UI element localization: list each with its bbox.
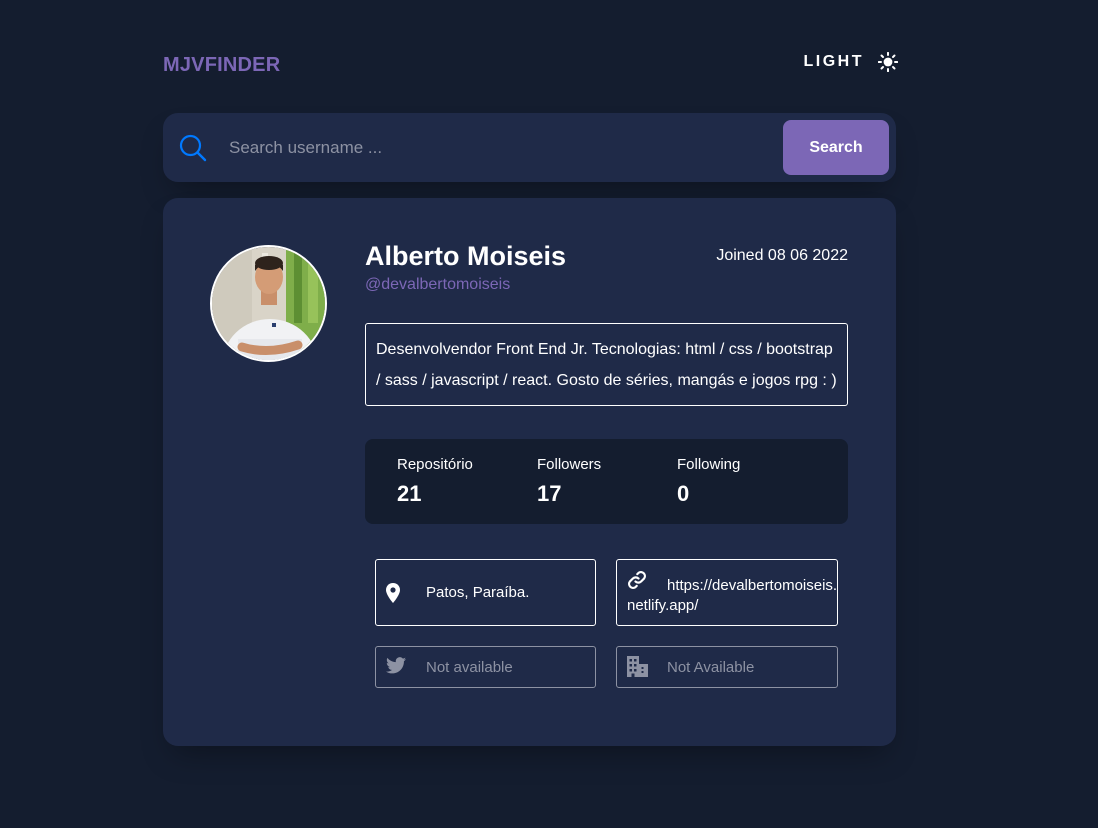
twitter-box: Not available [375, 646, 596, 688]
search-input[interactable] [227, 131, 771, 165]
theme-toggle-label: LIGHT [803, 53, 864, 70]
company-box: Not Available [616, 646, 838, 688]
sun-icon [878, 52, 898, 72]
website-box: https://devalbertomoiseis.netlify.app/ [616, 559, 838, 626]
profile-name: Alberto Moiseis [365, 241, 567, 271]
twitter-text: Not available [426, 659, 513, 676]
company-text: Not Available [667, 659, 755, 676]
stat-label: Followers [537, 456, 602, 473]
search-icon [179, 134, 207, 167]
profile-card: Alberto Moiseis @devalbertomoiseis Joine… [163, 198, 896, 746]
app-root: MJVFINDER LIGHT Search username ... Sear… [0, 0, 1098, 828]
stats-panel: Repositório 21 Followers 17 Following 0 [365, 439, 848, 524]
avatar [210, 245, 327, 362]
search-bar: Search [163, 113, 896, 182]
twitter-icon [386, 657, 406, 678]
stat-label: Repositório [397, 456, 473, 473]
building-icon [627, 656, 648, 681]
stat-repositories: Repositório 21 [397, 456, 473, 507]
location-pin-icon [386, 583, 400, 607]
app-logo: MJVFINDER [163, 54, 281, 76]
location-box: Patos, Paraíba. [375, 559, 596, 626]
stat-value: 0 [677, 481, 690, 506]
website-link[interactable]: https://devalbertomoiseis.netlify.app/ [617, 576, 839, 616]
location-text: Patos, Paraíba. [426, 584, 530, 601]
stat-label: Following [677, 456, 741, 473]
stat-following: Following 0 [677, 456, 740, 507]
stat-value: 21 [397, 481, 422, 506]
profile-handle[interactable]: @devalbertomoiseis [365, 276, 510, 294]
stat-value: 17 [537, 481, 562, 506]
joined-date: Joined 08 06 2022 [716, 247, 848, 264]
profile-bio: Desenvolvendor Front End Jr. Tecnologias… [365, 323, 848, 406]
stat-followers: Followers 17 [537, 456, 601, 507]
theme-toggle[interactable]: LIGHT [803, 52, 898, 72]
search-button[interactable]: Search [783, 120, 889, 175]
